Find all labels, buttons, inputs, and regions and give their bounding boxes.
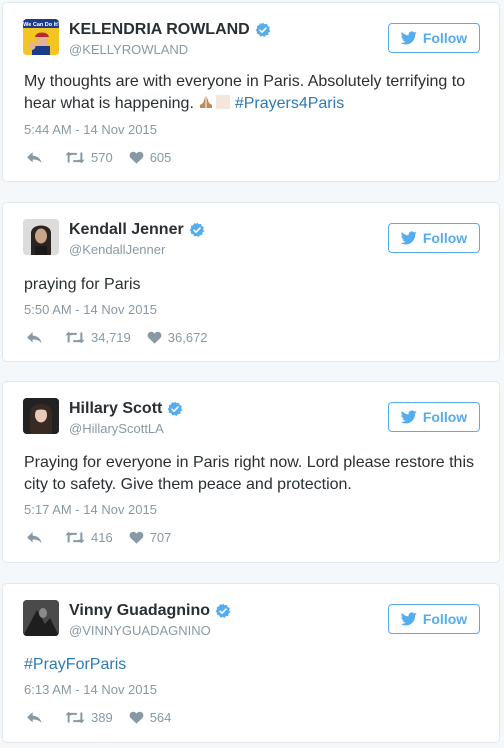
follow-button[interactable]: Follow (388, 402, 480, 432)
author-name-row: KELENDRIA ROWLAND (69, 21, 271, 39)
like-count: 707 (149, 530, 172, 545)
verified-badge-icon (189, 222, 205, 238)
reply-icon (26, 711, 43, 724)
verified-badge-icon (167, 401, 183, 417)
tweet-timestamp[interactable]: 5:17 AM - 14 Nov 2015 (24, 502, 157, 517)
avatar-image (23, 219, 59, 255)
retweet-count: 416 (91, 530, 113, 545)
follow-button[interactable]: Follow (388, 604, 480, 634)
tweet-card: Vinny Guadagnino @VINNYGUADAGNINO Follow… (2, 583, 500, 743)
retweet-button[interactable]: 389 (65, 710, 113, 725)
retweet-count: 570 (91, 150, 113, 165)
retweet-icon (65, 331, 85, 344)
avatar[interactable] (23, 600, 59, 636)
retweet-button[interactable]: 570 (65, 150, 113, 165)
tweet-timestamp[interactable]: 5:50 AM - 14 Nov 2015 (24, 302, 157, 317)
hashtag-link[interactable]: #Prayers4Paris (235, 95, 344, 112)
follow-label: Follow (422, 409, 468, 425)
tweet-actions: 570 605 (26, 150, 171, 165)
tweet-timestamp[interactable]: 5:44 AM - 14 Nov 2015 (24, 122, 157, 137)
retweet-count: 34,719 (91, 330, 131, 345)
like-button[interactable]: 605 (129, 150, 172, 165)
verified-badge-icon (255, 22, 271, 38)
like-button[interactable]: 707 (129, 530, 172, 545)
verified-badge-icon (215, 603, 231, 619)
tweet-actions: 34,719 36,672 (26, 330, 208, 345)
author-name[interactable]: Vinny Guadagnino (69, 602, 210, 620)
skin-tone-emoji-icon (216, 95, 231, 109)
reply-icon (26, 331, 43, 344)
like-button[interactable]: 36,672 (147, 330, 208, 345)
author-name[interactable]: Hillary Scott (69, 400, 162, 418)
hashtag-link[interactable]: #PrayForParis (24, 656, 126, 673)
reply-button[interactable] (26, 531, 43, 544)
follow-button[interactable]: Follow (388, 223, 480, 253)
retweet-count: 389 (91, 710, 113, 725)
tweet-card: Hillary Scott @HillaryScottLA Follow Pra… (2, 381, 500, 563)
like-count: 564 (149, 710, 172, 725)
heart-icon (147, 331, 162, 344)
author-name-row: Vinny Guadagnino (69, 602, 231, 620)
tweet-actions: 416 707 (26, 530, 171, 545)
like-button[interactable]: 564 (129, 710, 172, 725)
tweet-text: #PrayForParis (24, 654, 481, 676)
retweet-icon (65, 531, 85, 544)
author-handle[interactable]: @VINNYGUADAGNINO (69, 623, 211, 638)
follow-button[interactable]: Follow (388, 23, 480, 53)
tweet-timestamp[interactable]: 6:13 AM - 14 Nov 2015 (24, 682, 157, 697)
author-handle[interactable]: @KendallJenner (69, 242, 165, 257)
author-name[interactable]: Kendall Jenner (69, 221, 184, 239)
tweet-card: We Can Do It! KELENDRIA ROWLAND @KELLYRO… (2, 2, 500, 182)
heart-icon (129, 711, 144, 724)
reply-button[interactable] (26, 151, 43, 164)
tweet-card: Kendall Jenner @KendallJenner Follow pra… (2, 202, 500, 362)
avatar-image (23, 398, 59, 434)
tweet-text: praying for Paris (24, 276, 141, 293)
reply-icon (26, 151, 43, 164)
author-handle[interactable]: @HillaryScottLA (69, 421, 164, 436)
avatar[interactable] (23, 398, 59, 434)
reply-button[interactable] (26, 711, 43, 724)
follow-label: Follow (422, 230, 468, 246)
author-name[interactable]: KELENDRIA ROWLAND (69, 21, 250, 39)
follow-label: Follow (422, 611, 468, 627)
heart-icon (129, 151, 144, 164)
like-count: 36,672 (167, 330, 208, 345)
retweet-icon (65, 711, 85, 724)
follow-label: Follow (422, 30, 468, 46)
twitter-bird-icon (401, 31, 417, 45)
retweet-icon (65, 151, 85, 164)
author-name-row: Kendall Jenner (69, 221, 205, 239)
retweet-button[interactable]: 34,719 (65, 330, 131, 345)
avatar-caption: We Can Do It! (23, 22, 59, 28)
author-handle[interactable]: @KELLYROWLAND (69, 42, 188, 57)
tweet-text: My thoughts are with everyone in Paris. … (24, 71, 481, 115)
twitter-bird-icon (401, 410, 417, 424)
tweet-actions: 389 564 (26, 710, 171, 725)
avatar[interactable]: We Can Do It! (23, 19, 59, 55)
avatar-image (23, 600, 59, 636)
heart-icon (129, 531, 144, 544)
avatar[interactable] (23, 219, 59, 255)
twitter-bird-icon (401, 231, 417, 245)
tweet-text: Praying for everyone in Paris right now.… (24, 454, 475, 493)
twitter-bird-icon (401, 612, 417, 626)
retweet-button[interactable]: 416 (65, 530, 113, 545)
like-count: 605 (149, 150, 172, 165)
reply-icon (26, 531, 43, 544)
praying-hands-emoji-icon (200, 96, 213, 108)
author-name-row: Hillary Scott (69, 400, 183, 418)
reply-button[interactable] (26, 331, 43, 344)
avatar-image: We Can Do It! (23, 19, 59, 55)
